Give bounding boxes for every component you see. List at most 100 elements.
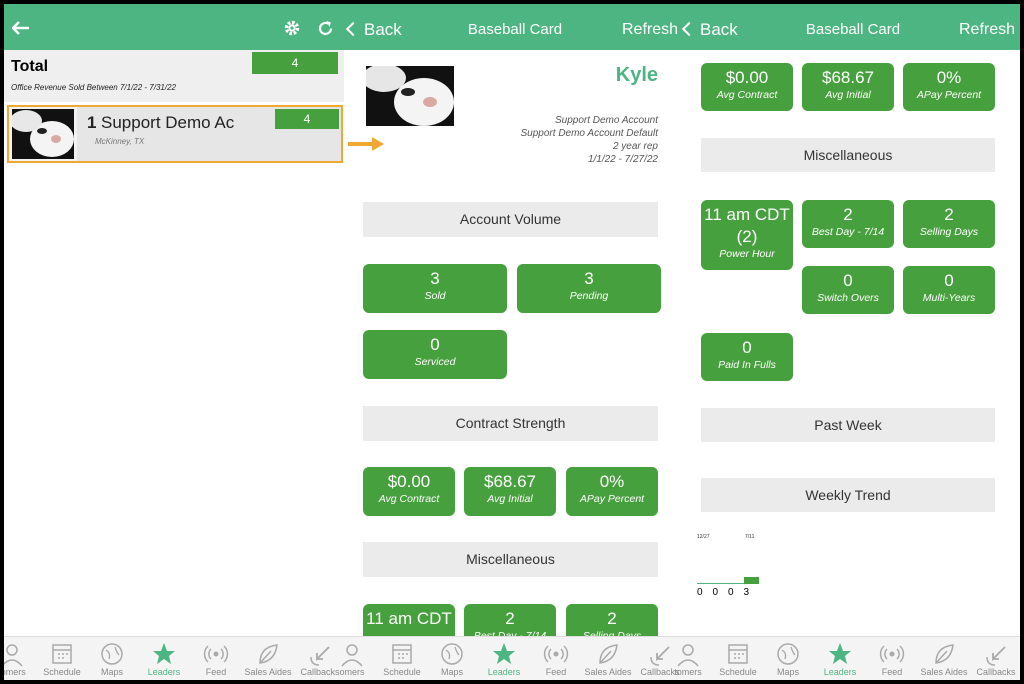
tab-label: Callbacks [976, 667, 1016, 677]
section-miscellaneous: Miscellaneous [701, 138, 995, 172]
profile-photo [366, 66, 454, 126]
tab-schedule[interactable]: Schedule [712, 637, 764, 677]
maps-icon [777, 643, 799, 665]
tab-feed[interactable]: Feed [190, 637, 242, 677]
arrow-right-icon [348, 137, 384, 151]
tab-label: Leaders [147, 667, 181, 677]
card2-header: Back Baseball Card Refresh [680, 4, 1020, 50]
card2-title: Baseball Card [805, 21, 901, 38]
tab-leaders[interactable]: Leaders [478, 637, 530, 677]
refresh-icon[interactable] [317, 20, 334, 37]
trend-bars [697, 568, 759, 584]
trend-value: 0 [697, 587, 703, 598]
section-contract-strength: Contract Strength [363, 406, 658, 441]
tile-avg-contract[interactable]: $0.00 Avg Contract [363, 467, 455, 516]
tab-sales-aides[interactable]: Sales Aides [582, 637, 634, 677]
card1-back-button[interactable]: Back [345, 4, 402, 56]
back-arrow-icon[interactable] [12, 21, 30, 35]
tab-callbacks[interactable]: Callbacks [970, 637, 1020, 677]
leaders-header [4, 4, 344, 50]
section-account-volume: Account Volume [363, 202, 658, 237]
card2-back-label: Back [700, 20, 738, 39]
tile-sold[interactable]: 3 Sold [363, 264, 507, 313]
tile-avg-initial[interactable]: $68.67 Avg Initial [802, 63, 894, 111]
tile-value: 3 [584, 269, 594, 288]
tile-serviced[interactable]: 0 Serviced [363, 330, 507, 379]
leaders-icon [493, 643, 515, 664]
tile-best-day[interactable]: 2 Best Day - 7/14 [802, 200, 894, 248]
tab-label: Schedule [43, 667, 81, 677]
customers-icon [341, 644, 363, 667]
card1-refresh-button[interactable]: Refresh [622, 4, 678, 56]
tile-multi-years[interactable]: 0 Multi-Years [903, 266, 995, 314]
tile-label: Switch Overs [817, 292, 879, 304]
tile-label: Avg Contract [716, 89, 778, 101]
tab-leaders[interactable]: Leaders [138, 637, 190, 677]
leader-name: Support Demo Ac [101, 113, 235, 132]
tile-switch-overs[interactable]: 0 Switch Overs [802, 266, 894, 314]
card1-title: Baseball Card [467, 21, 563, 38]
sales-aides-icon [599, 644, 618, 664]
tile-label: APay Percent [579, 493, 645, 505]
tab-customers[interactable]: tomers [4, 637, 38, 677]
tab-feed[interactable]: Feed [530, 637, 582, 677]
tile-value: $68.67 [484, 472, 536, 491]
tab-customers[interactable]: omers [326, 637, 378, 677]
tab-label: omers [339, 667, 365, 677]
tile-value: 2 [505, 609, 515, 628]
callbacks-icon [986, 646, 1006, 666]
tile-value: 0 [430, 335, 440, 354]
tab-schedule[interactable]: Schedule [36, 637, 88, 677]
trend-bar [743, 577, 759, 584]
schedule-icon [392, 644, 412, 664]
tile-selling-days[interactable]: 2 Selling Days [903, 200, 995, 248]
leader-location: McKinney, TX [95, 137, 145, 146]
tab-bar-1: tomers Schedule Maps Leaders Feed Sales Aides… [4, 636, 344, 680]
tile-apay-percent[interactable]: 0% APay Percent [566, 467, 658, 516]
tab-label: Leaders [823, 667, 857, 677]
trend-value: 3 [743, 587, 750, 598]
tile-apay-percent[interactable]: 0% APay Percent [903, 63, 995, 111]
tile-label: Pending [569, 290, 609, 302]
tile-label: Serviced [414, 356, 456, 368]
tile-power-hour[interactable]: 11 am CDT (2) Power Hour [701, 200, 793, 270]
tile-label: Avg Initial [825, 89, 871, 101]
tile-pending[interactable]: 3 Pending [517, 264, 661, 313]
tile-paid-in-fulls[interactable]: 0 Paid In Fulls [701, 333, 793, 381]
chevron-left-icon [345, 21, 361, 37]
tab-label: Sales Aides [244, 667, 292, 677]
tab-maps[interactable]: Maps [426, 637, 478, 677]
tile-value: 0 [843, 271, 853, 290]
tab-sales-aides[interactable]: Sales Aides [918, 637, 970, 677]
tile-value: $68.67 [822, 68, 874, 87]
tab-leaders[interactable]: Leaders [814, 637, 866, 677]
card2-refresh-button[interactable]: Refresh [959, 4, 1015, 56]
tab-label: Schedule [383, 667, 421, 677]
gear-icon[interactable] [283, 19, 301, 37]
tab-sales-aides[interactable]: Sales Aides [242, 637, 294, 677]
tab-customers[interactable]: tomers [662, 637, 714, 677]
tile-value-count: (2) [736, 227, 758, 246]
feed-icon [543, 645, 569, 663]
tab-schedule[interactable]: Schedule [376, 637, 428, 677]
trend-values: 0003 [697, 587, 759, 599]
tile-label: APay Percent [916, 89, 982, 101]
card1-header: Back Baseball Card Refresh [344, 4, 680, 50]
tile-value: 3 [430, 269, 440, 288]
feed-icon [203, 645, 229, 663]
section-miscellaneous: Miscellaneous [363, 542, 658, 577]
customers-icon [4, 644, 23, 667]
tile-avg-contract[interactable]: $0.00 Avg Contract [701, 63, 793, 111]
tile-value: 2 [843, 205, 853, 224]
tile-value: $0.00 [725, 68, 769, 87]
rep-account-default: Support Demo Account Default [520, 128, 658, 139]
tab-maps[interactable]: Maps [86, 637, 138, 677]
tab-maps[interactable]: Maps [762, 637, 814, 677]
leader-row[interactable]: 1 Support Demo Ac McKinney, TX 4 [7, 105, 343, 163]
leaders-icon [829, 643, 851, 664]
tile-avg-initial[interactable]: $68.67 Avg Initial [464, 467, 556, 516]
tab-label: Feed [205, 667, 227, 677]
tab-feed[interactable]: Feed [866, 637, 918, 677]
card2-back-button[interactable]: Back [681, 4, 738, 56]
leaders-icon [153, 643, 175, 664]
